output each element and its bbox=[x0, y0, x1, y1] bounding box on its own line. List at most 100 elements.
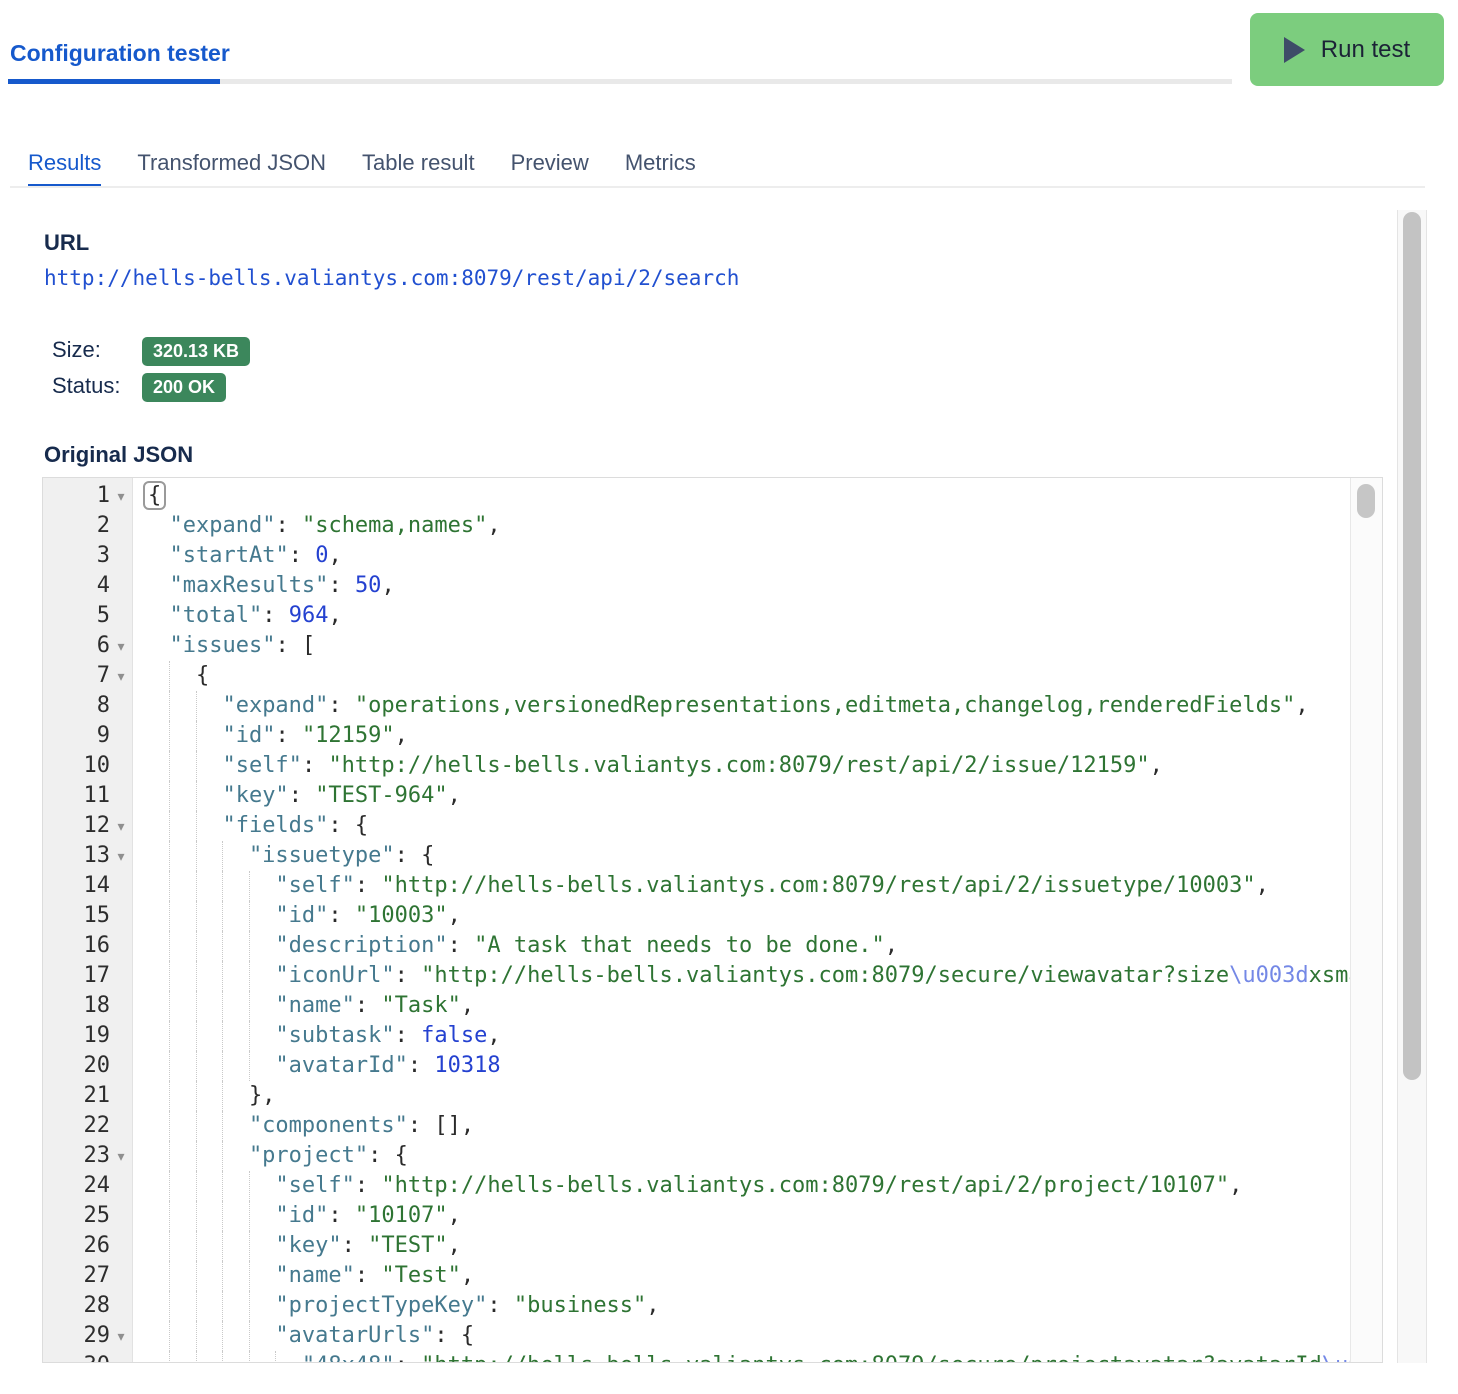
token: "name" bbox=[275, 1263, 354, 1288]
token: : { bbox=[395, 843, 435, 868]
gutter-cell: 8 bbox=[43, 691, 133, 721]
gutter-cell: 5 bbox=[43, 601, 133, 631]
token: , bbox=[487, 1023, 500, 1048]
indent-guide bbox=[169, 871, 195, 901]
line-number: 14 bbox=[84, 871, 111, 901]
token: "http://hells-bells.valiantys.com:8079/r… bbox=[381, 873, 1255, 898]
indent-guide bbox=[169, 901, 195, 931]
token: : bbox=[395, 963, 422, 988]
gutter-cell: 14 bbox=[43, 871, 133, 901]
indent-guide bbox=[143, 1111, 169, 1141]
editor-scrollbar-thumb[interactable] bbox=[1357, 484, 1375, 518]
tab-preview[interactable]: Preview bbox=[511, 150, 589, 188]
indent-guide bbox=[143, 721, 169, 751]
gutter-cell: 9 bbox=[43, 721, 133, 751]
indent-guide bbox=[196, 931, 222, 961]
tab-metrics[interactable]: Metrics bbox=[625, 150, 696, 188]
token: xsmall&avatarType=issuetype" bbox=[1309, 963, 1350, 988]
page-scrollbar-thumb[interactable] bbox=[1403, 212, 1421, 1080]
line-number: 20 bbox=[84, 1051, 111, 1081]
tab-transformed-json[interactable]: Transformed JSON bbox=[137, 150, 326, 188]
fold-spacer bbox=[110, 991, 132, 1021]
token: "total" bbox=[169, 603, 262, 628]
tab-bar-divider bbox=[10, 186, 1425, 188]
page-title[interactable]: Configuration tester bbox=[10, 40, 230, 67]
line-number: 26 bbox=[84, 1231, 111, 1261]
indent-guide bbox=[249, 1351, 275, 1363]
code-line: 27"name": "Test", bbox=[43, 1261, 1350, 1291]
fold-spacer bbox=[110, 1261, 132, 1291]
fold-spacer bbox=[110, 541, 132, 571]
token: "project" bbox=[249, 1143, 368, 1168]
indent-guide bbox=[143, 601, 169, 631]
url-link[interactable]: http://hells-bells.valiantys.com:8079/re… bbox=[44, 266, 739, 290]
token: , bbox=[461, 1263, 474, 1288]
token: : bbox=[355, 1263, 382, 1288]
gutter-cell: 20 bbox=[43, 1051, 133, 1081]
fold-spacer bbox=[110, 1351, 132, 1363]
code-text: "fields": { bbox=[133, 811, 1350, 841]
token: "id" bbox=[222, 723, 275, 748]
code-text: "description": "A task that needs to be … bbox=[133, 931, 1350, 961]
token: "business" bbox=[514, 1293, 646, 1318]
indent-guide bbox=[143, 1351, 169, 1363]
indent-guide bbox=[143, 511, 169, 541]
token: "http://hells-bells.valiantys.com:8079/r… bbox=[328, 753, 1149, 778]
code-line: 28"projectTypeKey": "business", bbox=[43, 1291, 1350, 1321]
token: \u003d bbox=[1322, 1353, 1350, 1363]
json-editor[interactable]: 1▾{2"expand": "schema,names",3"startAt":… bbox=[42, 477, 1383, 1363]
token: "key" bbox=[275, 1233, 341, 1258]
indent-guide bbox=[143, 1291, 169, 1321]
token: : bbox=[448, 933, 475, 958]
token: "Test" bbox=[381, 1263, 460, 1288]
tab-results[interactable]: Results bbox=[28, 150, 101, 188]
editor-scrollbar bbox=[1350, 478, 1382, 1362]
indent-guide bbox=[169, 991, 195, 1021]
indent-guide bbox=[169, 751, 195, 781]
token: "expand" bbox=[169, 513, 275, 538]
token: "fields" bbox=[222, 813, 328, 838]
token: "id" bbox=[275, 903, 328, 928]
gutter-cell: 30 bbox=[43, 1351, 133, 1363]
fold-toggle-icon[interactable]: ▾ bbox=[110, 661, 132, 691]
token: "startAt" bbox=[169, 543, 288, 568]
fold-toggle-icon[interactable]: ▾ bbox=[110, 1321, 132, 1351]
token: 0 bbox=[315, 543, 328, 568]
tab-table-result[interactable]: Table result bbox=[362, 150, 475, 188]
fold-spacer bbox=[110, 1081, 132, 1111]
gutter-cell: 16 bbox=[43, 931, 133, 961]
page-scrollbar bbox=[1397, 210, 1427, 1363]
code-text: "avatarUrls": { bbox=[133, 1321, 1350, 1351]
line-number: 7 bbox=[97, 661, 110, 691]
indent-guide bbox=[222, 1351, 248, 1363]
fold-spacer bbox=[110, 1201, 132, 1231]
gutter-cell: 1▾ bbox=[43, 481, 133, 511]
code-line: 24"self": "http://hells-bells.valiantys.… bbox=[43, 1171, 1350, 1201]
fold-toggle-icon[interactable]: ▾ bbox=[110, 811, 132, 841]
code-line: 17"iconUrl": "http://hells-bells.valiant… bbox=[43, 961, 1350, 991]
indent-guide bbox=[169, 781, 195, 811]
gutter-cell: 18 bbox=[43, 991, 133, 1021]
code-line: 6▾"issues": [ bbox=[43, 631, 1350, 661]
fold-toggle-icon[interactable]: ▾ bbox=[110, 841, 132, 871]
token: "key" bbox=[222, 783, 288, 808]
indent-guide bbox=[169, 1291, 195, 1321]
run-test-button[interactable]: Run test bbox=[1250, 13, 1444, 86]
indent-guide bbox=[249, 1261, 275, 1291]
gutter-cell: 4 bbox=[43, 571, 133, 601]
token: "http://hells-bells.valiantys.com:8079/r… bbox=[381, 1173, 1229, 1198]
fold-toggle-icon[interactable]: ▾ bbox=[110, 1141, 132, 1171]
indent-guide bbox=[249, 1291, 275, 1321]
indent-guide bbox=[169, 1321, 195, 1351]
indent-guide bbox=[196, 1291, 222, 1321]
code-text: }, bbox=[133, 1081, 1350, 1111]
token: { bbox=[196, 663, 209, 688]
line-number: 21 bbox=[84, 1081, 111, 1111]
code-text: "expand": "schema,names", bbox=[133, 511, 1350, 541]
line-number: 28 bbox=[84, 1291, 111, 1321]
line-number: 25 bbox=[84, 1201, 111, 1231]
fold-toggle-icon[interactable]: ▾ bbox=[110, 631, 132, 661]
fold-spacer bbox=[110, 751, 132, 781]
fold-toggle-icon[interactable]: ▾ bbox=[110, 481, 132, 511]
indent-guide bbox=[169, 961, 195, 991]
